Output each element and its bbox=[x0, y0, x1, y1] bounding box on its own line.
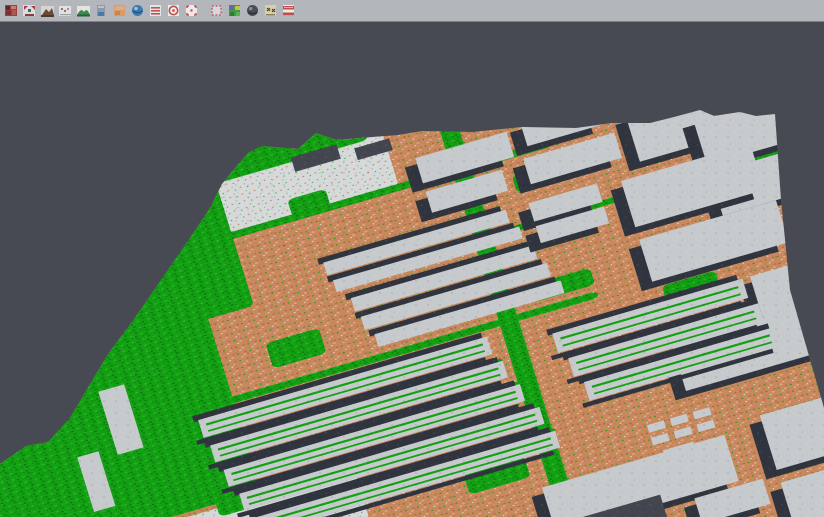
crop-region-icon[interactable] bbox=[209, 3, 224, 18]
red-mosaic-icon[interactable] bbox=[4, 3, 19, 18]
terrain-brown-icon[interactable] bbox=[40, 3, 55, 18]
crop-region-icon bbox=[209, 3, 224, 18]
ortho-image-icon[interactable] bbox=[112, 3, 127, 18]
column-3d-icon bbox=[94, 3, 109, 18]
red-stripes-icon[interactable] bbox=[281, 3, 296, 18]
target-circle-icon bbox=[166, 3, 181, 18]
application-window: { "toolbar": { "background": "#b3b6bb", … bbox=[0, 0, 824, 517]
sphere-dark-icon[interactable] bbox=[245, 3, 260, 18]
globe-icon bbox=[130, 3, 145, 18]
zoom-extent-icon bbox=[184, 3, 199, 18]
target-circle-icon[interactable] bbox=[166, 3, 181, 18]
toolbar-separator bbox=[200, 3, 207, 18]
toolbar bbox=[0, 0, 824, 22]
fit-arrows-icon[interactable] bbox=[22, 3, 37, 18]
terrain-green-icon[interactable] bbox=[76, 3, 91, 18]
fit-arrows-icon bbox=[22, 3, 37, 18]
measure-xmark-icon bbox=[263, 3, 278, 18]
sphere-dark-icon bbox=[245, 3, 260, 18]
classification-icon bbox=[227, 3, 242, 18]
measure-xmark-icon[interactable] bbox=[263, 3, 278, 18]
red-stripes-icon bbox=[281, 3, 296, 18]
section-lines-icon bbox=[148, 3, 163, 18]
terrain-brown-icon bbox=[40, 3, 55, 18]
terrain-green-icon bbox=[76, 3, 91, 18]
ortho-image-icon bbox=[112, 3, 127, 18]
red-mosaic-icon bbox=[4, 3, 19, 18]
globe-icon[interactable] bbox=[130, 3, 145, 18]
section-lines-icon[interactable] bbox=[148, 3, 163, 18]
classification-icon[interactable] bbox=[227, 3, 242, 18]
point-cloud-scene bbox=[0, 22, 824, 517]
profile-points-icon[interactable] bbox=[58, 3, 73, 18]
column-3d-icon[interactable] bbox=[94, 3, 109, 18]
viewport-3d[interactable] bbox=[0, 22, 824, 517]
zoom-extent-icon[interactable] bbox=[184, 3, 199, 18]
profile-points-icon bbox=[58, 3, 73, 18]
